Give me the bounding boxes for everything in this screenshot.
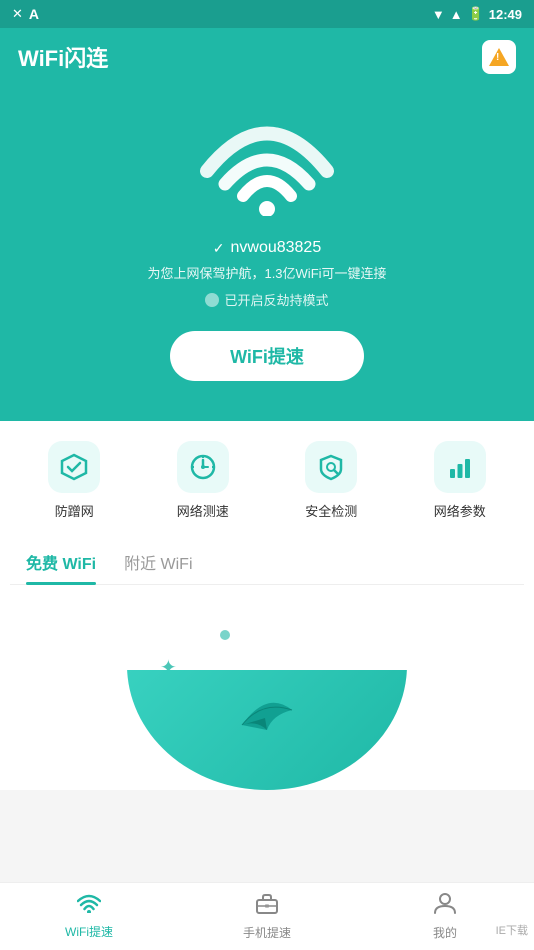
anti-rub-icon: [48, 441, 100, 493]
deco-circle: [220, 630, 230, 640]
mode-label: 已开启反劫持模式: [224, 290, 328, 309]
x-icon: ✕: [12, 6, 23, 22]
nav-wifi-icon: [77, 893, 101, 919]
tools-grid: 防蹭网 网络测速: [10, 441, 524, 520]
tab-nearby-wifi[interactable]: 附近 WiFi: [124, 540, 192, 584]
wifi-description: 为您上网保驾护航，1.3亿WiFi可一键连接: [147, 263, 386, 282]
nav-wifi-speed[interactable]: WiFi提速: [0, 885, 178, 948]
status-bar: ✕ A ▼ ▲ 🔋 12:49: [0, 0, 534, 28]
alert-button[interactable]: [482, 40, 516, 74]
signal-bars-icon: ▲: [450, 7, 463, 22]
tool-speed-test[interactable]: 网络测速: [177, 441, 229, 520]
nav-phone-speed[interactable]: 手机提速: [178, 884, 356, 949]
wifi-icon-container: [197, 106, 337, 221]
watermark-text: IE下载: [496, 925, 528, 937]
nav-mine-label: 我的: [433, 924, 457, 941]
tool-anti-rub[interactable]: 防蹭网: [48, 441, 100, 520]
connected-status: ✓ nvwou83825: [213, 239, 321, 257]
alert-triangle-icon: [489, 48, 509, 66]
anti-rub-label: 防蹭网: [55, 501, 94, 520]
network-params-label: 网络参数: [434, 501, 486, 520]
nav-briefcase-icon: [255, 892, 279, 920]
bottom-nav: WiFi提速 手机提速 我的 IE下载: [0, 882, 534, 950]
tools-section: 防蹭网 网络测速: [0, 421, 534, 600]
arch-illustration: [127, 670, 407, 790]
tab-free-wifi[interactable]: 免费 WiFi: [26, 540, 96, 584]
wifi-mode-status: 已开启反劫持模式: [205, 290, 328, 309]
time-display: 12:49: [489, 7, 522, 22]
network-params-icon: [434, 441, 486, 493]
speed-test-label: 网络测速: [177, 501, 229, 520]
content-area: ✦: [0, 600, 534, 790]
paper-plane-icon: [237, 680, 297, 735]
wifi-tabs: 免费 WiFi 附近 WiFi: [10, 540, 524, 585]
wifi-speed-button[interactable]: WiFi提速: [170, 331, 364, 381]
status-left-icons: ✕ A: [12, 6, 39, 22]
watermark: IE下载: [490, 920, 534, 940]
security-check-icon: [305, 441, 357, 493]
a-icon: A: [29, 6, 39, 22]
tool-security-check[interactable]: 安全检测: [305, 441, 357, 520]
status-right-icons: ▼ ▲ 🔋 12:49: [432, 6, 522, 22]
check-icon: ✓: [213, 240, 225, 257]
nav-person-icon: [433, 892, 457, 920]
nav-phone-speed-label: 手机提速: [243, 924, 291, 941]
security-check-label: 安全检测: [305, 501, 357, 520]
mode-dot-icon: [205, 293, 219, 307]
speed-test-icon: [177, 441, 229, 493]
wifi-large-icon: [197, 106, 337, 216]
app-header: WiFi闪连: [0, 28, 534, 86]
network-name: nvwou83825: [230, 239, 321, 257]
hero-section: ✓ nvwou83825 为您上网保驾护航，1.3亿WiFi可一键连接 已开启反…: [0, 86, 534, 421]
tool-network-params[interactable]: 网络参数: [434, 441, 486, 520]
wifi-signal-icon: ▼: [432, 7, 445, 22]
nav-wifi-speed-label: WiFi提速: [65, 923, 113, 940]
battery-icon: 🔋: [468, 6, 484, 22]
app-title: WiFi闪连: [18, 41, 108, 73]
